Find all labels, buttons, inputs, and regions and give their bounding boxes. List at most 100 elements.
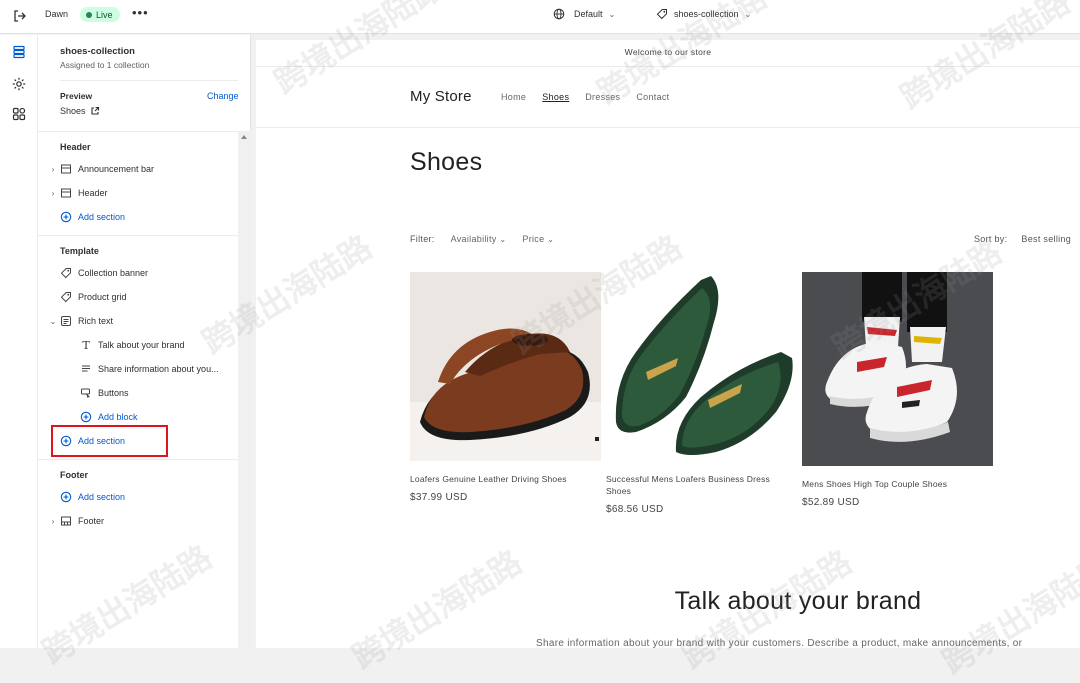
nav-dresses[interactable]: Dresses bbox=[585, 92, 620, 102]
section-label: Header bbox=[78, 188, 108, 198]
plus-circle-icon bbox=[60, 491, 72, 503]
block-buttons[interactable]: Buttons bbox=[78, 384, 129, 402]
gear-icon[interactable] bbox=[11, 76, 27, 92]
section-product-grid[interactable]: Product grid bbox=[48, 288, 127, 306]
device-selector-label: Default bbox=[574, 9, 603, 19]
live-status-label: Live bbox=[96, 9, 113, 20]
product-card[interactable]: Successful Mens Loafers Business Dress S… bbox=[606, 272, 797, 515]
add-section-label: Add section bbox=[78, 492, 126, 502]
external-link-icon bbox=[90, 106, 99, 115]
collection-title: Shoes bbox=[410, 148, 483, 176]
scroll-up-icon[interactable] bbox=[241, 135, 247, 139]
device-selector[interactable]: Default ⌄ bbox=[553, 8, 615, 20]
section-rich-text[interactable]: ⌄ Rich text bbox=[48, 312, 113, 330]
chevron-right-icon[interactable]: › bbox=[48, 165, 58, 174]
chevron-down-icon: ⌄ bbox=[547, 235, 555, 244]
section-header[interactable]: › Header bbox=[48, 184, 108, 202]
more-actions-button[interactable]: ••• bbox=[132, 5, 149, 20]
footer-group-label: Footer bbox=[60, 470, 88, 480]
store-preview: Welcome to our store My Store Home Shoes… bbox=[256, 40, 1080, 648]
chevron-down-icon[interactable]: ⌄ bbox=[48, 317, 58, 326]
product-price: $52.89 USD bbox=[802, 497, 860, 508]
divider bbox=[256, 127, 1080, 128]
filter-option-label: Price bbox=[522, 234, 545, 244]
exit-icon[interactable] bbox=[12, 8, 28, 24]
section-footer[interactable]: › Footer bbox=[48, 512, 104, 530]
template-selector-label: shoes-collection bbox=[674, 9, 739, 19]
chevron-down-icon: ⌄ bbox=[744, 9, 752, 19]
section-announcement-bar[interactable]: › Announcement bar bbox=[48, 160, 154, 178]
tag-icon bbox=[656, 9, 667, 20]
change-preview-link[interactable]: Change bbox=[207, 91, 239, 101]
filter-option-label: Availability bbox=[450, 234, 497, 244]
chevron-right-icon[interactable]: › bbox=[48, 189, 58, 198]
header-add-section-button[interactable]: Add section bbox=[48, 208, 125, 226]
editor-rail bbox=[0, 35, 38, 648]
plus-circle-icon bbox=[80, 411, 92, 423]
product-image[interactable] bbox=[410, 272, 601, 461]
product-name[interactable]: Loafers Genuine Leather Driving Shoes bbox=[410, 473, 601, 485]
preview-value[interactable]: Shoes bbox=[60, 106, 100, 116]
block-share-information[interactable]: Share information about you... bbox=[78, 360, 219, 378]
add-section-label: Add section bbox=[78, 212, 126, 222]
template-selector[interactable]: shoes-collection ⌄ bbox=[656, 8, 751, 20]
footer-layout-icon bbox=[60, 515, 72, 527]
product-image[interactable] bbox=[802, 272, 993, 466]
paragraph-icon bbox=[80, 363, 92, 375]
apps-icon[interactable] bbox=[11, 106, 27, 122]
block-label: Share information about you... bbox=[98, 364, 219, 374]
divider bbox=[38, 131, 238, 132]
block-label: Talk about your brand bbox=[98, 340, 185, 350]
product-price: $68.56 USD bbox=[606, 504, 664, 515]
chevron-right-icon[interactable]: › bbox=[48, 517, 58, 526]
header-group-label: Header bbox=[60, 142, 91, 152]
sections-panel: shoes-collection Assigned to 1 collectio… bbox=[38, 35, 251, 648]
add-block-button[interactable]: Add block bbox=[78, 408, 138, 426]
chevron-down-icon: ⌄ bbox=[608, 9, 616, 19]
product-name[interactable]: Successful Mens Loafers Business Dress S… bbox=[606, 473, 797, 497]
product-name[interactable]: Mens Shoes High Top Couple Shoes bbox=[802, 478, 993, 490]
store-logo[interactable]: My Store bbox=[410, 88, 472, 105]
divider bbox=[60, 80, 238, 81]
tag-icon bbox=[60, 291, 72, 303]
nav-home[interactable]: Home bbox=[501, 92, 526, 102]
product-image[interactable] bbox=[606, 272, 797, 461]
block-label: Buttons bbox=[98, 388, 129, 398]
globe-icon bbox=[553, 8, 565, 20]
filter-availability[interactable]: Availability ⌄ bbox=[451, 234, 507, 244]
divider bbox=[38, 459, 238, 460]
nav-contact[interactable]: Contact bbox=[636, 92, 669, 102]
section-collection-banner[interactable]: Collection banner bbox=[48, 264, 148, 282]
block-talk-about-brand[interactable]: T Talk about your brand bbox=[78, 336, 185, 354]
product-card[interactable]: Loafers Genuine Leather Driving Shoes $3… bbox=[410, 272, 601, 503]
filter-bar: Filter: Availability ⌄ Price ⌄ bbox=[410, 234, 554, 244]
section-label: Rich text bbox=[78, 316, 114, 326]
rich-text-heading: Talk about your brand bbox=[674, 587, 922, 615]
sort-bar: Sort by: Best selling bbox=[974, 234, 1071, 244]
section-label: Product grid bbox=[78, 292, 127, 302]
theme-name: Dawn bbox=[45, 9, 69, 19]
divider bbox=[38, 235, 238, 236]
section-label: Footer bbox=[78, 516, 105, 526]
sections-icon[interactable] bbox=[11, 44, 27, 60]
nav-shoes[interactable]: Shoes bbox=[542, 92, 569, 102]
preview-label: Preview bbox=[60, 91, 93, 101]
section-label: Announcement bar bbox=[78, 164, 155, 174]
add-block-label: Add block bbox=[98, 412, 138, 422]
template-group-label: Template bbox=[60, 246, 99, 256]
filter-price[interactable]: Price ⌄ bbox=[522, 234, 554, 244]
sort-label: Sort by: bbox=[974, 234, 1008, 244]
product-price: $37.99 USD bbox=[410, 492, 468, 503]
preview-value-label: Shoes bbox=[60, 106, 86, 116]
heading-icon: T bbox=[82, 338, 90, 352]
product-card[interactable]: Mens Shoes High Top Couple Shoes $52.89 … bbox=[802, 272, 993, 508]
sort-select[interactable]: Best selling bbox=[1021, 234, 1071, 244]
live-status-badge: Live bbox=[80, 7, 120, 22]
panel-scrollbar[interactable] bbox=[238, 131, 251, 648]
plus-circle-icon bbox=[60, 211, 72, 223]
announcement-bar[interactable]: Welcome to our store bbox=[256, 40, 1080, 67]
filter-label: Filter: bbox=[410, 234, 435, 244]
section-label: Collection banner bbox=[78, 268, 149, 278]
main-nav: Home Shoes Dresses Contact bbox=[501, 92, 669, 102]
footer-add-section-button[interactable]: Add section bbox=[48, 488, 125, 506]
